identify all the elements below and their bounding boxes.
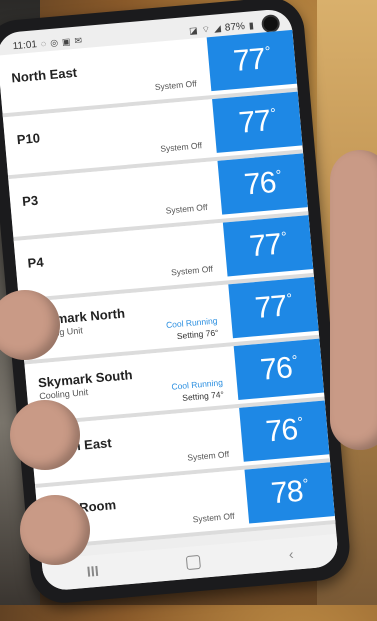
- temperature-value: 76: [264, 413, 299, 449]
- degree-icon: °: [291, 351, 298, 369]
- degree-icon: °: [280, 228, 287, 245]
- zone-status: System Off: [170, 263, 214, 278]
- zone-list: North East System Off 77 ° P10 System Off…: [0, 29, 336, 550]
- temperature-value: 77: [237, 104, 272, 140]
- mail-icon: ✉: [74, 34, 83, 46]
- temperature-value: 76: [258, 351, 294, 387]
- temperature-tile[interactable]: 77 °: [212, 91, 303, 153]
- mute-icon: ◪: [188, 24, 199, 36]
- zone-status: System Off: [154, 78, 198, 93]
- zone-name: P3: [21, 192, 39, 210]
- home-icon[interactable]: [185, 554, 201, 571]
- temperature-value: 77: [248, 227, 283, 264]
- zone-status: System Off: [165, 201, 208, 216]
- temperature-value: 78: [269, 474, 304, 511]
- degree-icon: °: [296, 413, 303, 430]
- zone-name: P4: [27, 254, 45, 271]
- temperature-tile[interactable]: 76 °: [217, 153, 308, 215]
- temperature-tile[interactable]: 76 °: [239, 400, 330, 462]
- degree-icon: °: [302, 475, 309, 492]
- notification-icon: ▣: [61, 35, 71, 47]
- finger: [20, 495, 90, 565]
- signal-icon: ◢: [213, 22, 222, 34]
- degree-icon: °: [264, 42, 271, 60]
- zone-name: North East: [10, 64, 78, 86]
- recent-apps-icon[interactable]: [86, 565, 98, 577]
- degree-icon: °: [269, 104, 276, 122]
- temperature-value: 76: [242, 165, 277, 202]
- hand-right: [330, 150, 377, 450]
- wifi-icon: ⌔: [201, 23, 211, 35]
- battery-icon: ▮: [248, 19, 255, 31]
- temperature-value: 77: [231, 42, 267, 79]
- back-icon[interactable]: ‹: [288, 546, 294, 562]
- temperature-tile[interactable]: 77 °: [222, 215, 314, 277]
- status-time: 11:01: [12, 38, 38, 52]
- zone-status: System Off: [186, 449, 230, 463]
- temperature-value: 77: [253, 289, 288, 326]
- degree-icon: °: [275, 166, 282, 183]
- zone-setting: Setting 76°: [176, 327, 219, 342]
- battery-percent: 87%: [224, 20, 246, 34]
- zone-setting: Setting 74°: [181, 389, 225, 403]
- temperature-tile[interactable]: 76 °: [233, 338, 325, 400]
- zone-name: P10: [16, 130, 41, 148]
- temperature-tile[interactable]: 77 °: [206, 29, 298, 92]
- temperature-tile[interactable]: 78 °: [244, 462, 335, 524]
- skype-icon: ◎: [49, 36, 59, 48]
- whatsapp-icon: ◌: [40, 38, 47, 49]
- degree-icon: °: [285, 290, 292, 307]
- finger: [10, 400, 80, 470]
- zone-status: System Off: [159, 140, 203, 154]
- temperature-tile[interactable]: 77 °: [228, 276, 319, 339]
- zone-status: System Off: [192, 510, 235, 525]
